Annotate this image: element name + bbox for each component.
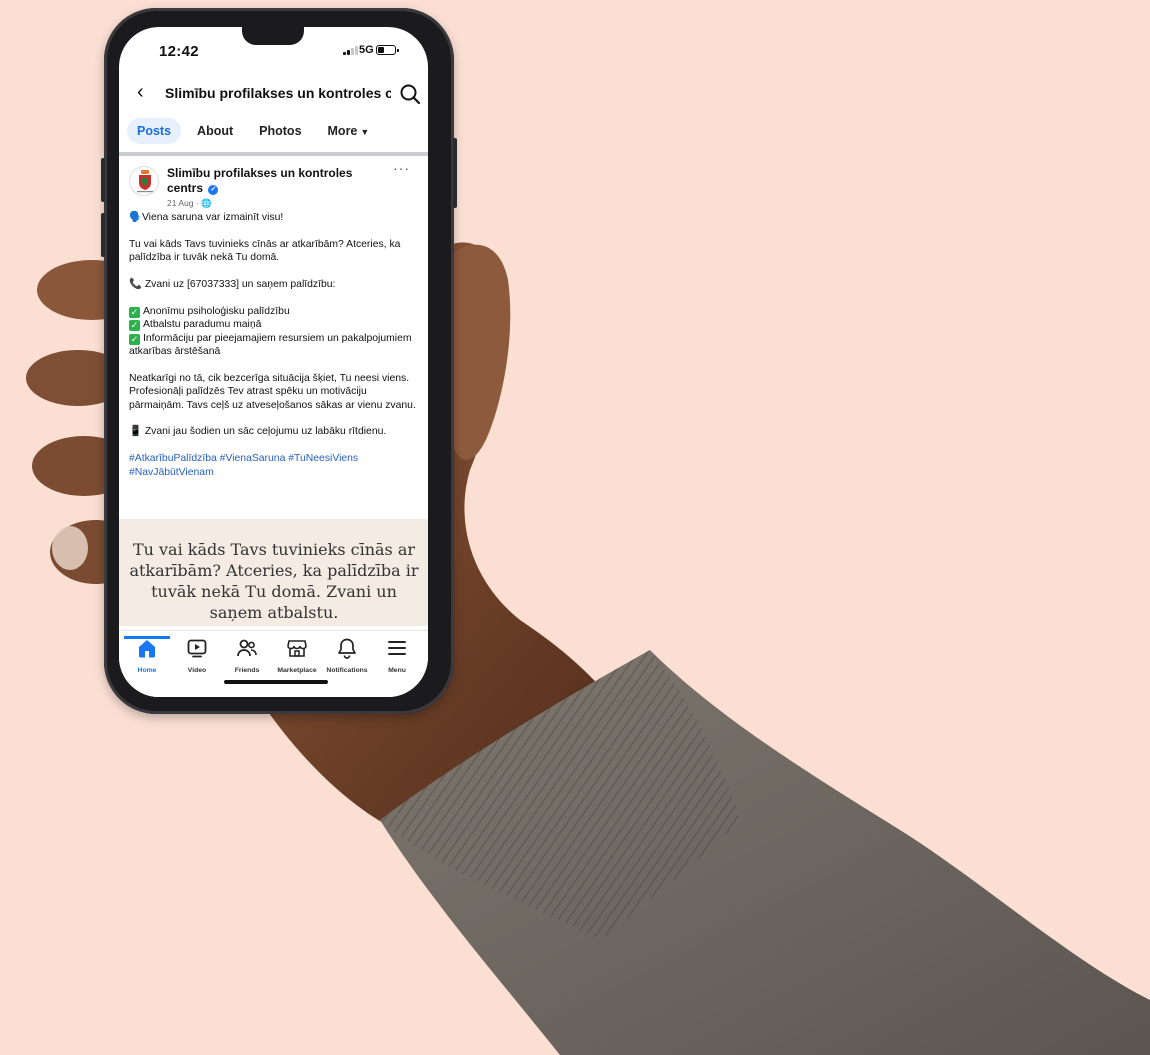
post-paragraph: 📞 Zvani uz [67037333] un saņem palīdzību… [129, 279, 336, 290]
profile-tabs: Posts About Photos More ▼ [127, 115, 379, 147]
coat-of-arms-icon [137, 170, 153, 193]
post-paragraph: 📱 Zvani jau šodien un sāc ceļojumu uz la… [129, 426, 387, 438]
page-title: Slimību profilakses un kontroles c... [165, 85, 391, 101]
tab-more[interactable]: More ▼ [318, 118, 380, 144]
nav-label: Menu [388, 667, 406, 674]
more-options-icon[interactable]: ··· [393, 160, 410, 176]
nav-label: Home [137, 667, 157, 674]
volume-button [101, 213, 105, 257]
status-time: 12:42 [159, 43, 199, 60]
bottom-navigation: Home Video Friends Marketplace Notificat… [119, 630, 428, 697]
post-paragraph: Neatkarīgi no tā, cik bezcerīga situācij… [129, 372, 416, 411]
search-icon[interactable] [399, 83, 421, 105]
nav-notifications[interactable]: Notifications [322, 637, 372, 674]
post-paragraph: 🗣️Viena saruna var izmainīt visu! [129, 212, 284, 223]
phone-screen: 12:42 5G ‹ Slimību profilakses un kontro… [119, 27, 428, 697]
checklist-text: Atbalstu paradumu maiņā [143, 319, 262, 331]
page-header: ‹ Slimību profilakses un kontroles c... [119, 75, 428, 111]
menu-icon [388, 641, 406, 655]
power-button [453, 138, 457, 208]
nav-video[interactable]: Video [172, 637, 222, 674]
checkmark-icon: ✓ [129, 333, 140, 345]
phone-frame: 12:42 5G ‹ Slimību profilakses un kontro… [101, 8, 457, 714]
active-indicator [124, 636, 170, 639]
checklist: ✓ Anonīmu psiholoģisku palīdzību ✓ Atbalst… [129, 305, 419, 359]
post-paragraph: Tu vai kāds Tavs tuvinieks cīnās ar atka… [129, 238, 401, 264]
caret-down-icon: ▼ [360, 127, 370, 137]
globe-icon: · 🌐 [195, 198, 212, 208]
post-date: 21 Aug [167, 198, 194, 208]
nav-label: Marketplace [277, 667, 317, 674]
post-body: 🗣️Viena saruna var izmainīt visu! Tu vai… [129, 211, 419, 492]
nav-marketplace[interactable]: Marketplace [272, 637, 322, 674]
checkmark-icon: ✓ [129, 320, 140, 332]
signal-icon [343, 45, 358, 55]
post-hashtags[interactable]: #AtkarībuPalīdzība #VienaSaruna #TuNeesi… [129, 452, 419, 479]
tab-about[interactable]: About [187, 118, 243, 144]
network-label: 5G [359, 44, 374, 56]
nav-label: Notifications [326, 667, 368, 674]
post-author-name: Slimību profilakses un kontroles centrs [167, 166, 353, 195]
marketplace-icon [287, 640, 307, 657]
nav-menu[interactable]: Menu [372, 637, 422, 674]
bell-icon [338, 638, 356, 659]
status-bar: 12:42 5G [119, 27, 428, 71]
tab-more-label: More [327, 124, 358, 138]
tab-posts[interactable]: Posts [127, 118, 182, 144]
nav-friends[interactable]: Friends [222, 637, 272, 674]
checklist-item: ✓ Atbalstu paradumu maiņā [129, 318, 419, 332]
nav-label: Friends [234, 667, 260, 674]
checklist-text: Anonīmu psiholoģisku palīdzību [143, 305, 290, 317]
post-card: Slimību profilakses un kontroles centrs … [119, 156, 428, 626]
post-meta: 21 Aug · 🌐 [167, 198, 212, 209]
home-indicator [224, 680, 328, 684]
volume-button [101, 158, 105, 202]
video-icon [187, 639, 207, 658]
avatar[interactable] [129, 166, 159, 196]
battery-icon [376, 45, 399, 55]
post-author[interactable]: Slimību profilakses un kontroles centrs … [167, 166, 377, 196]
home-icon [139, 640, 155, 658]
nav-label: Video [187, 667, 207, 674]
nav-home[interactable]: Home [122, 636, 172, 674]
tab-photos[interactable]: Photos [249, 118, 311, 144]
checklist-item: ✓ Informāciju par pieejamajiem resursiem … [129, 332, 419, 359]
friends-icon [237, 639, 257, 657]
post-image-text: Tu vai kāds Tavs tuvinieks cīnās ar atka… [129, 540, 419, 622]
checklist-text: Informāciju par pieejamajiem resursiem u… [129, 332, 412, 358]
back-icon[interactable]: ‹ [137, 81, 144, 104]
post-image[interactable]: Tu vai kāds Tavs tuvinieks cīnās ar atka… [119, 519, 428, 626]
checklist-item: ✓ Anonīmu psiholoģisku palīdzību [129, 305, 419, 318]
verified-badge-icon: ✓ [208, 185, 219, 195]
checkmark-icon: ✓ [129, 306, 140, 318]
